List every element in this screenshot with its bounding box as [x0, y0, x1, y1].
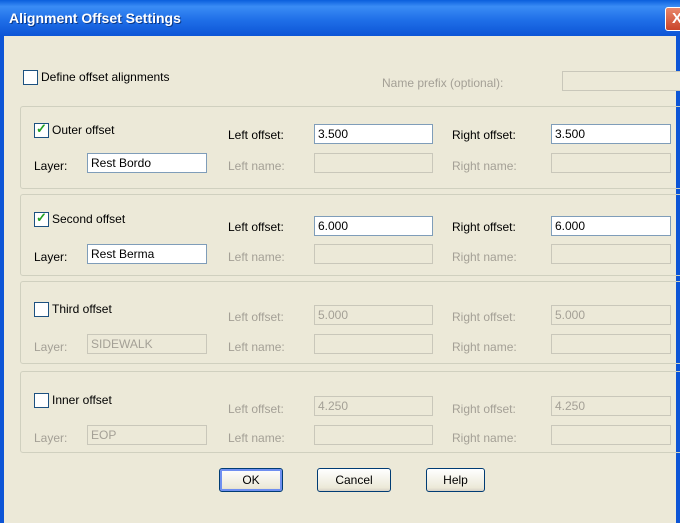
close-icon[interactable]: X	[665, 7, 680, 31]
third-right-offset-input[interactable]: 5.000	[551, 305, 671, 325]
right-offset-label: Right offset:	[452, 310, 516, 324]
third-offset-label: Third offset	[52, 302, 112, 316]
define-offset-label: Define offset alignments	[41, 70, 170, 84]
layer-label: Layer:	[34, 159, 68, 173]
second-left-name-field[interactable]	[314, 244, 433, 264]
outer-left-offset-input[interactable]: 3.500	[314, 124, 433, 144]
left-offset-label: Left offset:	[228, 128, 284, 142]
third-right-name-field[interactable]	[551, 334, 671, 354]
second-left-offset-input[interactable]: 6.000	[314, 216, 433, 236]
right-name-label: Right name:	[452, 250, 517, 264]
inner-left-name-field[interactable]	[314, 425, 433, 445]
inner-right-offset-input[interactable]: 4.250	[551, 396, 671, 416]
title-bar[interactable]: Alignment Offset Settings X	[0, 0, 680, 36]
inner-left-offset-input[interactable]: 4.250	[314, 396, 433, 416]
inner-layer-input[interactable]: EOP	[87, 425, 207, 445]
second-layer-input[interactable]: Rest Berma	[87, 244, 207, 264]
help-button[interactable]: Help	[426, 468, 485, 492]
right-offset-label: Right offset:	[452, 128, 516, 142]
outer-left-name-field[interactable]	[314, 153, 433, 173]
outer-right-offset-input[interactable]: 3.500	[551, 124, 671, 144]
right-offset-label: Right offset:	[452, 402, 516, 416]
inner-offset-label: Inner offset	[52, 393, 112, 407]
third-offset-checkbox[interactable]	[34, 302, 49, 317]
layer-label: Layer:	[34, 431, 68, 445]
cancel-button[interactable]: Cancel	[317, 468, 391, 492]
layer-label: Layer:	[34, 250, 68, 264]
ok-button[interactable]: OK	[219, 468, 283, 492]
third-layer-input[interactable]: SIDEWALK	[87, 334, 207, 354]
right-name-label: Right name:	[452, 431, 517, 445]
second-offset-checkbox[interactable]: ✓	[34, 210, 49, 227]
name-prefix-field[interactable]	[562, 71, 680, 91]
left-offset-label: Left offset:	[228, 220, 284, 234]
second-right-offset-input[interactable]: 6.000	[551, 216, 671, 236]
outer-right-name-field[interactable]	[551, 153, 671, 173]
left-name-label: Left name:	[228, 250, 285, 264]
check-mark-icon: ✓	[36, 210, 47, 225]
define-offset-checkbox[interactable]	[23, 70, 38, 85]
outer-offset-label: Outer offset	[52, 123, 115, 137]
window-title: Alignment Offset Settings	[9, 10, 181, 26]
dialog-window: Alignment Offset Settings X Define offse…	[0, 0, 680, 523]
window-border-left	[0, 36, 4, 523]
inner-right-name-field[interactable]	[551, 425, 671, 445]
right-name-label: Right name:	[452, 159, 517, 173]
third-left-offset-input[interactable]: 5.000	[314, 305, 433, 325]
outer-offset-checkbox[interactable]: ✓	[34, 121, 49, 138]
left-name-label: Left name:	[228, 159, 285, 173]
left-name-label: Left name:	[228, 340, 285, 354]
outer-layer-input[interactable]: Rest Bordo	[87, 153, 207, 173]
second-right-name-field[interactable]	[551, 244, 671, 264]
inner-offset-checkbox[interactable]	[34, 393, 49, 408]
left-offset-label: Left offset:	[228, 310, 284, 324]
third-left-name-field[interactable]	[314, 334, 433, 354]
left-name-label: Left name:	[228, 431, 285, 445]
right-offset-label: Right offset:	[452, 220, 516, 234]
check-mark-icon: ✓	[36, 121, 47, 136]
left-offset-label: Left offset:	[228, 402, 284, 416]
right-name-label: Right name:	[452, 340, 517, 354]
second-offset-label: Second offset	[52, 212, 126, 226]
layer-label: Layer:	[34, 340, 68, 354]
outer-offset-group	[20, 106, 680, 189]
name-prefix-label: Name prefix (optional):	[382, 76, 504, 90]
